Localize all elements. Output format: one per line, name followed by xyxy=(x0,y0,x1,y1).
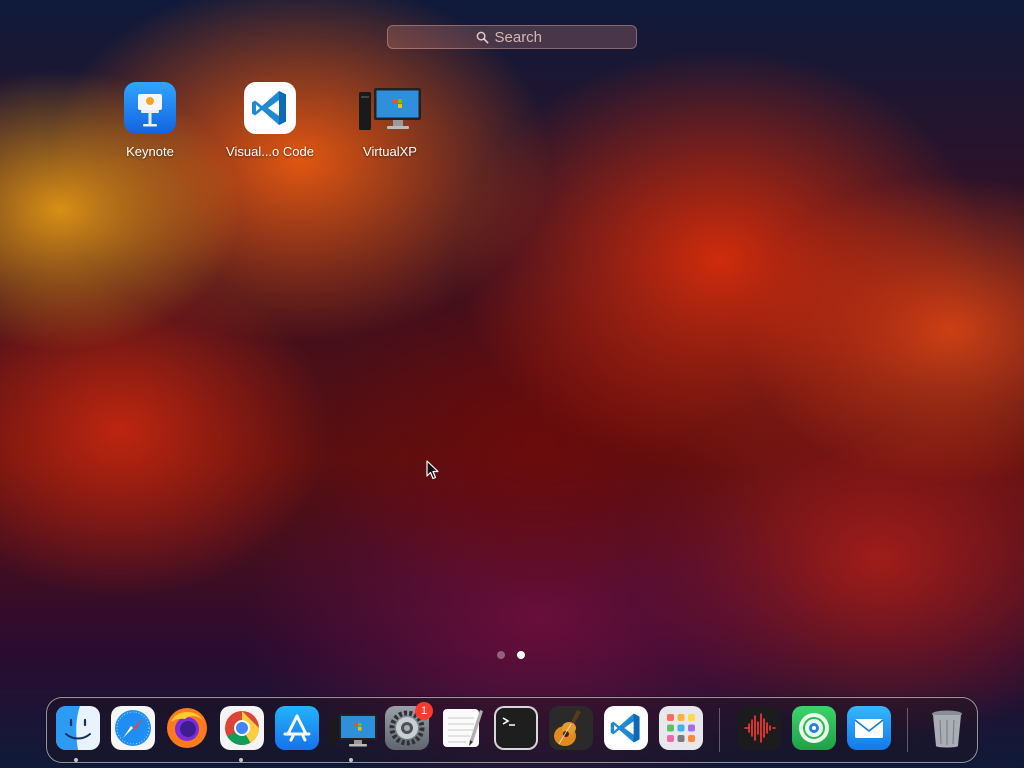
finder-icon xyxy=(56,706,100,750)
textedit-icon xyxy=(440,706,484,750)
trash-icon xyxy=(925,706,969,750)
app-visual-studio-code[interactable]: Visual...o Code xyxy=(215,82,325,164)
find-my-icon xyxy=(792,706,836,750)
dock-item-finder[interactable] xyxy=(56,706,100,750)
vscode-icon xyxy=(244,82,296,134)
app-label: Keynote xyxy=(126,144,174,159)
dock-item-find-my[interactable] xyxy=(792,706,836,750)
running-indicator xyxy=(349,758,353,762)
voice-memos-icon xyxy=(737,706,781,750)
dock-item-chrome[interactable] xyxy=(220,706,264,750)
dock-item-system-settings[interactable]: 1 xyxy=(385,702,433,750)
app-label: VirtualXP xyxy=(363,144,417,159)
dock-item-app-store[interactable] xyxy=(275,706,319,750)
running-indicator xyxy=(74,758,78,762)
dock-item-textedit[interactable] xyxy=(440,706,484,750)
virtualxp-icon xyxy=(357,82,423,134)
dock-item-terminal[interactable] xyxy=(494,706,538,750)
app-virtualxp[interactable]: VirtualXP xyxy=(335,82,445,164)
garageband-icon xyxy=(549,706,593,750)
dock-item-vscode[interactable] xyxy=(604,706,648,750)
dock-item-voice-memos[interactable] xyxy=(737,706,781,750)
running-indicator xyxy=(239,758,243,762)
vscode-icon xyxy=(604,706,648,750)
page-dot-1[interactable] xyxy=(497,651,505,659)
dock: 1 xyxy=(46,697,978,763)
dock-item-garageband[interactable] xyxy=(549,706,593,750)
dock-item-virtualxp[interactable] xyxy=(328,706,378,750)
dock-item-firefox[interactable] xyxy=(165,706,209,750)
page-indicator xyxy=(497,651,525,659)
terminal-icon xyxy=(494,706,538,750)
virtualxp-icon xyxy=(328,706,378,750)
firefox-icon xyxy=(165,706,209,750)
app-keynote[interactable]: Keynote xyxy=(95,82,205,164)
keynote-icon xyxy=(124,82,176,134)
dock-item-mail[interactable] xyxy=(847,706,891,750)
dock-item-launchpad[interactable] xyxy=(659,706,703,750)
dock-separator xyxy=(907,708,908,752)
app-label: Visual...o Code xyxy=(226,144,314,159)
launchpad-search-field[interactable] xyxy=(387,25,637,49)
page-dot-2[interactable] xyxy=(517,651,525,659)
dock-item-safari[interactable] xyxy=(111,706,155,750)
notification-badge: 1 xyxy=(415,702,433,720)
chrome-icon xyxy=(220,706,264,750)
app-store-icon xyxy=(275,706,319,750)
dock-item-trash[interactable] xyxy=(925,706,969,750)
search-input[interactable] xyxy=(494,28,549,46)
dock-separator xyxy=(719,708,720,752)
mail-icon xyxy=(847,706,891,750)
mouse-cursor xyxy=(426,460,439,480)
safari-icon xyxy=(111,706,155,750)
launchpad-icon xyxy=(659,706,703,750)
search-icon xyxy=(476,31,488,43)
